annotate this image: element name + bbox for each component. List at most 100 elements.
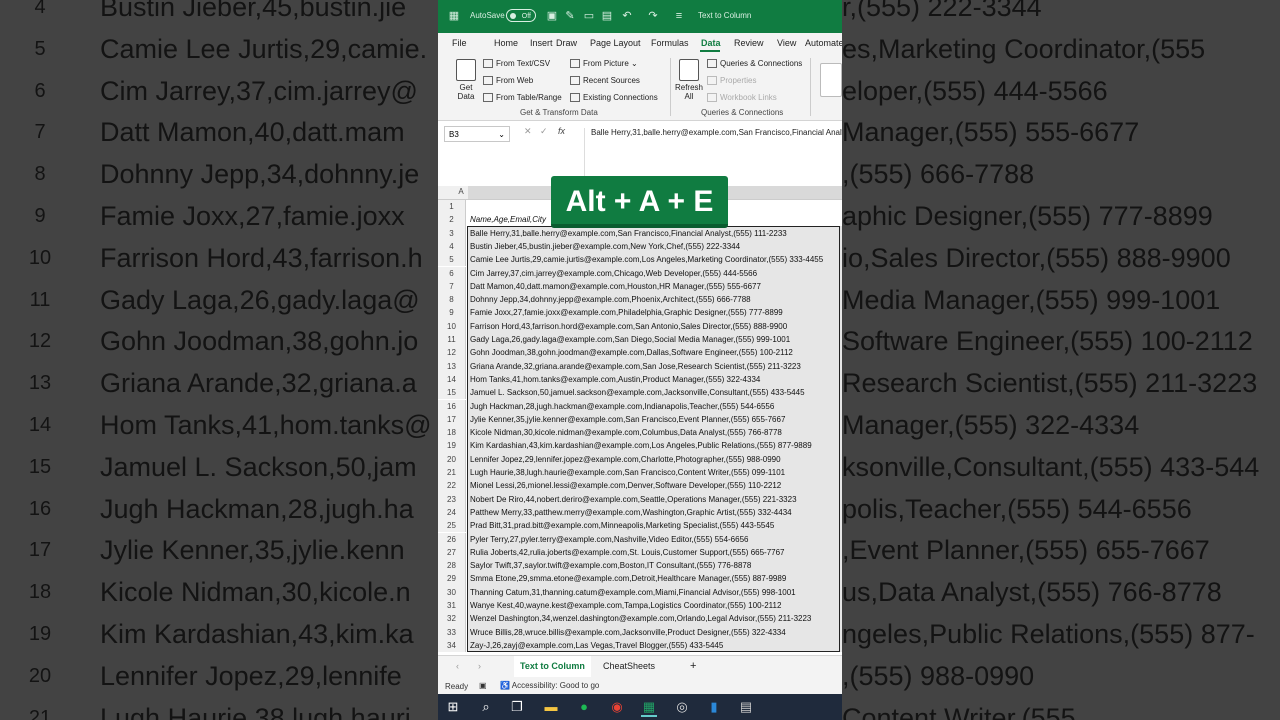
- row-header[interactable]: 11: [438, 333, 466, 347]
- column-header-a[interactable]: A: [454, 187, 468, 196]
- recent-sources-button[interactable]: Recent Sources: [570, 76, 640, 85]
- row-header[interactable]: 6: [438, 266, 466, 280]
- name-box[interactable]: B3 ⌄: [444, 126, 510, 142]
- row-header[interactable]: 31: [438, 599, 466, 613]
- from-picture-button[interactable]: From Picture ⌄: [570, 59, 638, 68]
- row-header[interactable]: 24: [438, 505, 466, 520]
- row-header[interactable]: 17: [438, 412, 466, 427]
- row-header[interactable]: 3: [438, 226, 466, 240]
- from-text-csv-button[interactable]: From Text/CSV: [483, 59, 550, 68]
- row-header[interactable]: 5: [438, 253, 466, 267]
- row-header[interactable]: 23: [438, 492, 466, 506]
- calculator-icon[interactable]: ▤: [738, 699, 754, 715]
- obs-icon[interactable]: ◎: [674, 699, 690, 715]
- row-header[interactable]: 10: [438, 319, 466, 333]
- row-header[interactable]: 26: [438, 532, 466, 546]
- row-header[interactable]: 30: [438, 585, 466, 599]
- zoom-row-text: Cim Jarrey,37,cim.jarrey@: [100, 75, 418, 106]
- undo-icon[interactable]: ↶: [621, 10, 633, 22]
- refresh-all-button[interactable]: Refresh All: [674, 83, 704, 101]
- cancel-icon[interactable]: ✕: [524, 126, 532, 137]
- row-header[interactable]: 9: [438, 306, 466, 320]
- worksheet-grid[interactable]: A 1 2 Name,Age,Email,City 3 Balle Herry,31,b…: [438, 186, 842, 654]
- macro-record-icon[interactable]: ▣: [479, 681, 487, 690]
- tab-insert[interactable]: Insert: [530, 38, 553, 48]
- add-sheet-button[interactable]: +: [690, 660, 696, 672]
- row-header[interactable]: 12: [438, 346, 466, 360]
- zoom-row: 11 Gady Laga,26,gady.laga@: [0, 279, 438, 321]
- accessibility-status[interactable]: ♿ Accessibility: Good to go: [500, 681, 599, 690]
- row-header[interactable]: 32: [438, 612, 466, 626]
- tab-formulas[interactable]: Formulas: [651, 38, 689, 48]
- file-explorer-icon[interactable]: ▬: [543, 699, 559, 715]
- row-header[interactable]: 19: [438, 439, 466, 453]
- edit-icon[interactable]: ✎: [564, 10, 576, 22]
- tab-automate[interactable]: Automate: [805, 38, 842, 48]
- prev-sheet-icon[interactable]: ‹: [456, 661, 459, 671]
- row-header[interactable]: 2: [438, 213, 466, 227]
- row-header[interactable]: 25: [438, 519, 466, 533]
- check-icon[interactable]: ✓: [540, 126, 548, 137]
- print-icon[interactable]: ▤: [601, 10, 613, 22]
- zoom-row-right: Media Manager,(555) 999-1001: [842, 284, 1221, 315]
- windows-start-icon[interactable]: ⊞: [445, 699, 461, 715]
- properties-button[interactable]: Properties: [707, 76, 756, 85]
- formula-input[interactable]: Balle Herry,31,balle.herry@example.com,S…: [584, 128, 842, 180]
- tab-file[interactable]: File: [452, 38, 467, 48]
- more-ribbon-icon[interactable]: [820, 63, 842, 97]
- zoom-row-right: eloper,(555) 444-5566: [842, 75, 1108, 106]
- row-header[interactable]: 20: [438, 452, 466, 466]
- workbook-links-button[interactable]: Workbook Links: [707, 93, 777, 102]
- tab-review[interactable]: Review: [734, 38, 764, 48]
- row-header[interactable]: 16: [438, 399, 466, 413]
- row-header[interactable]: 8: [438, 293, 466, 307]
- next-sheet-icon[interactable]: ›: [478, 661, 481, 671]
- tab-home[interactable]: Home: [494, 38, 518, 48]
- save-icon[interactable]: ▣: [546, 10, 558, 22]
- redo-icon[interactable]: ↷: [647, 10, 659, 22]
- row-header[interactable]: 15: [438, 386, 466, 400]
- new-file-icon[interactable]: ▭: [583, 10, 595, 22]
- tab-page-layout[interactable]: Page Layout: [590, 38, 641, 48]
- row-header[interactable]: 34: [438, 638, 466, 653]
- tab-view[interactable]: View: [777, 38, 796, 48]
- app-icon[interactable]: ▮: [706, 699, 722, 715]
- tab-data[interactable]: Data: [701, 38, 721, 48]
- zoom-row-text: Camie Lee Jurtis,29,camie.: [100, 33, 428, 64]
- get-data-button[interactable]: Get Data: [453, 83, 479, 101]
- row-header[interactable]: 18: [438, 426, 466, 440]
- row-header[interactable]: 14: [438, 372, 466, 387]
- row-header[interactable]: 22: [438, 479, 466, 493]
- from-web-button[interactable]: From Web: [483, 76, 533, 85]
- row-header[interactable]: 1: [438, 200, 466, 214]
- sheet-tab-text-to-column[interactable]: Text to Column: [514, 656, 591, 679]
- excel-taskbar-icon[interactable]: ▦: [641, 699, 657, 717]
- task-view-icon[interactable]: ❐: [509, 699, 525, 715]
- tab-draw[interactable]: Draw: [556, 38, 577, 48]
- row-header[interactable]: 7: [438, 279, 466, 294]
- document-title[interactable]: Text to Column: [698, 11, 751, 20]
- row-header[interactable]: 29: [438, 572, 466, 586]
- row-header[interactable]: 27: [438, 545, 466, 560]
- from-table-range-button[interactable]: From Table/Range: [483, 93, 562, 102]
- row-header[interactable]: 21: [438, 466, 466, 480]
- row-header[interactable]: 13: [438, 359, 466, 373]
- zoom-row-text: Farrison Hord,43,farrison.h: [100, 242, 423, 273]
- fx-icon[interactable]: fx: [558, 126, 565, 136]
- row-header[interactable]: 33: [438, 625, 466, 639]
- existing-connections-button[interactable]: Existing Connections: [570, 93, 658, 102]
- chrome-icon[interactable]: ◉: [609, 699, 625, 715]
- spotify-icon[interactable]: ●: [576, 699, 592, 715]
- customize-qat-icon[interactable]: ≡: [673, 10, 685, 22]
- header-cell[interactable]: Name,Age,Email,City: [470, 215, 546, 224]
- zoom-row-text: Jamuel L. Sackson,50,jam: [100, 451, 417, 482]
- zoom-row-right: Research Scientist,(555) 211-3223: [842, 368, 1258, 399]
- properties-icon: [707, 76, 717, 85]
- row-header[interactable]: 28: [438, 559, 466, 573]
- background-zoom-right: r,(555) 222-3344 es,Marketing Coordinator…: [842, 0, 1280, 720]
- sheet-tab-cheatsheets[interactable]: CheatSheets: [597, 656, 661, 677]
- autosave-toggle[interactable]: Off: [506, 9, 536, 22]
- row-header[interactable]: 4: [438, 239, 466, 254]
- queries-connections-button[interactable]: Queries & Connections: [707, 59, 802, 68]
- search-icon[interactable]: ⌕: [478, 699, 494, 715]
